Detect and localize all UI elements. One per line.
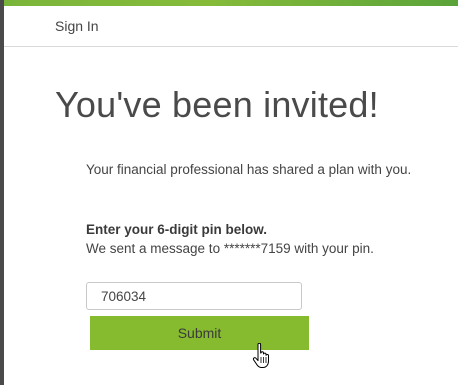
shared-plan-message: Your financial professional has shared a…: [86, 162, 412, 177]
sign-in-link[interactable]: Sign In: [55, 18, 99, 34]
pin-instructions-heading: Enter your 6-digit pin below.: [86, 222, 268, 237]
submit-button[interactable]: Submit: [90, 316, 309, 350]
header-bar: Sign In: [4, 6, 458, 47]
page-title: You've been invited!: [55, 84, 379, 125]
pin-instructions-subtext: We sent a message to *******7159 with yo…: [86, 241, 374, 256]
invite-page: Sign In You've been invited! Your financ…: [0, 0, 458, 385]
window-left-edge: [0, 0, 4, 385]
pin-input[interactable]: [86, 282, 302, 310]
